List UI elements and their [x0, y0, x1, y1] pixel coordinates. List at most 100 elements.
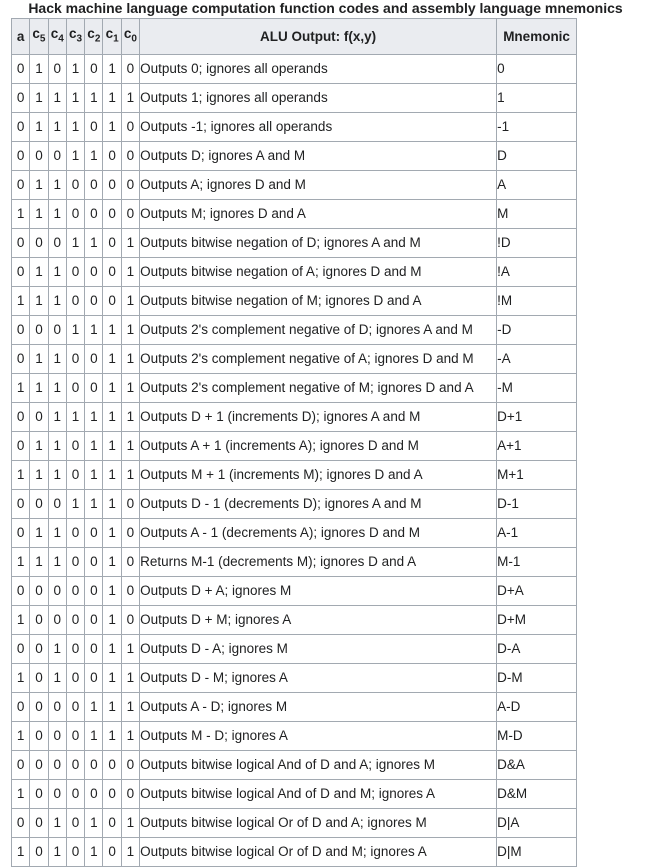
bit-cell-c2: 0	[84, 662, 104, 693]
alu-output-cell: Outputs D + M; ignores A	[139, 604, 498, 635]
table-row: 0 1 1 0 0 1 1 Outputs 2's complement negative o…	[10, 343, 578, 374]
bit-cell-c2: 0	[84, 256, 104, 287]
bit-cell-c1: 1	[102, 372, 122, 403]
bit-cell-a: 0	[10, 314, 31, 345]
table-row: 1 0 0 0 0 0 0 Outputs bitwise logical And of D …	[10, 778, 578, 809]
table-row: 0 0 0 1 1 1 1 Outputs 2's complement negative o…	[10, 314, 578, 345]
bit-cell-c1: 1	[102, 691, 122, 722]
alu-output-cell: Outputs bitwise logical And of D and A; …	[139, 749, 498, 780]
bit-cell-c5: 1	[29, 169, 49, 200]
table-row: 1 0 0 0 0 1 0 Outputs D + M; ignores A D+M	[10, 604, 578, 635]
bit-cell-c0: 0	[120, 111, 141, 142]
bit-cell-c3: 0	[65, 749, 86, 780]
alu-output-cell: Outputs 2's complement negative of M; ig…	[139, 372, 498, 403]
alu-output-cell: Outputs 1; ignores all operands	[139, 82, 498, 113]
bit-cell-c3: 0	[65, 836, 86, 867]
bit-cell-c3: 0	[65, 807, 86, 838]
bit-cell-c5: 1	[29, 430, 49, 461]
bit-cell-c0: 0	[120, 169, 141, 200]
mnemonic-cell: M-D	[496, 720, 578, 751]
bit-cell-a: 1	[10, 604, 31, 635]
mnemonic-cell: !M	[496, 285, 578, 316]
bit-cell-c0: 1	[120, 430, 141, 461]
table-row: 0 1 1 0 0 1 0 Outputs A - 1 (decrements A); ign…	[10, 517, 578, 548]
bit-cell-c3: 0	[65, 691, 86, 722]
mnemonic-cell: M-1	[496, 546, 578, 577]
bit-cell-c1: 1	[102, 82, 122, 113]
bit-cell-a: 1	[10, 662, 31, 693]
bit-cell-c1: 1	[102, 459, 122, 490]
mnemonic-cell: D-A	[496, 633, 578, 664]
table-row: 1 1 1 0 0 0 0 Outputs M; ignores D and AM	[10, 198, 578, 229]
alu-output-cell: Returns M-1 (decrements M); ignores D an…	[139, 546, 498, 577]
bit-cell-c5: 0	[29, 140, 49, 171]
header-c0: c0	[120, 18, 141, 55]
bit-cell-c5: 1	[29, 517, 49, 548]
bit-cell-c2: 0	[84, 633, 104, 664]
bit-cell-c4: 1	[47, 198, 67, 229]
bit-cell-c2: 0	[84, 372, 104, 403]
table-row: 1 1 1 0 1 1 1 Outputs M + 1 (increments M); ign…	[10, 459, 578, 490]
bit-cell-c3: 0	[65, 720, 86, 751]
mnemonic-cell: A+1	[496, 430, 578, 461]
bit-cell-c5: 1	[29, 546, 49, 577]
bit-cell-c3: 1	[65, 314, 86, 345]
bit-cell-c1: 0	[102, 140, 122, 171]
bit-cell-c3: 0	[65, 546, 86, 577]
bit-cell-c0: 1	[120, 343, 141, 374]
alu-output-cell: Outputs D; ignores A and M	[139, 140, 498, 171]
table-row: 0 1 1 1 0 1 0 Outputs -1; ignores all operands -…	[10, 111, 578, 142]
alu-output-cell: Outputs bitwise negation of A; ignores D…	[139, 256, 498, 287]
bit-cell-c1: 1	[102, 517, 122, 548]
bit-cell-c4: 0	[47, 575, 67, 606]
bit-cell-c2: 0	[84, 546, 104, 577]
mnemonic-cell: A-1	[496, 517, 578, 548]
bit-cell-c3: 0	[65, 169, 86, 200]
bit-cell-c1: 1	[102, 430, 122, 461]
bit-cell-c5: 1	[29, 343, 49, 374]
table-row: 0 1 1 0 0 0 1 Outputs bitwise negation of A; ig…	[10, 256, 578, 287]
bit-cell-c4: 0	[47, 53, 67, 84]
alu-output-cell: Outputs M + 1 (increments M); ignores D …	[139, 459, 498, 490]
table-row: 1 0 1 0 1 0 1 Outputs bitwise logical Or of D a…	[10, 836, 578, 867]
bit-cell-c1: 1	[102, 401, 122, 432]
alu-output-cell: Outputs A - D; ignores M	[139, 691, 498, 722]
bit-cell-c4: 1	[47, 836, 67, 867]
table-row: 0 0 0 1 1 0 0 Outputs D; ignores A and MD	[10, 140, 578, 171]
bit-cell-c4: 1	[47, 546, 67, 577]
bit-cell-c0: 0	[120, 604, 141, 635]
mnemonic-cell: D+1	[496, 401, 578, 432]
header-c5: c5	[29, 18, 49, 55]
header-a: a	[10, 18, 31, 55]
alu-output-cell: Outputs D - A; ignores M	[139, 633, 498, 664]
bit-cell-c2: 0	[84, 778, 104, 809]
bit-cell-c2: 0	[84, 749, 104, 780]
bit-cell-c4: 1	[47, 430, 67, 461]
mnemonic-cell: 1	[496, 82, 578, 113]
bit-cell-c1: 1	[102, 662, 122, 693]
table-row: 0 0 0 0 0 1 0 Outputs D + A; ignores M D+A	[10, 575, 578, 606]
mnemonic-cell: D|A	[496, 807, 578, 838]
mnemonic-cell: D-M	[496, 662, 578, 693]
bit-cell-c0: 0	[120, 53, 141, 84]
bit-cell-c1: 0	[102, 285, 122, 316]
alu-output-cell: Outputs D + 1 (increments D); ignores A …	[139, 401, 498, 432]
mnemonic-cell: A	[496, 169, 578, 200]
mnemonic-cell: -A	[496, 343, 578, 374]
mnemonic-cell: -D	[496, 314, 578, 345]
mnemonic-cell: M+1	[496, 459, 578, 490]
table-caption: Hack machine language computation functi…	[28, 0, 623, 16]
bit-cell-c1: 0	[102, 198, 122, 229]
bit-cell-a: 0	[10, 169, 31, 200]
bit-cell-c4: 0	[47, 314, 67, 345]
bit-cell-c2: 1	[84, 314, 104, 345]
bit-cell-c4: 0	[47, 691, 67, 722]
alu-output-cell: Outputs bitwise logical Or of D and M; i…	[139, 836, 498, 867]
table-row: 0 0 0 0 0 0 0 Outputs bitwise logical And of D …	[10, 749, 578, 780]
bit-cell-c5: 1	[29, 256, 49, 287]
bit-cell-c3: 0	[65, 256, 86, 287]
bit-cell-c3: 1	[65, 401, 86, 432]
alu-output-cell: Outputs 0; ignores all operands	[139, 53, 498, 84]
bit-cell-a: 0	[10, 256, 31, 287]
alu-output-cell: Outputs 2's complement negative of D; ig…	[139, 314, 498, 345]
